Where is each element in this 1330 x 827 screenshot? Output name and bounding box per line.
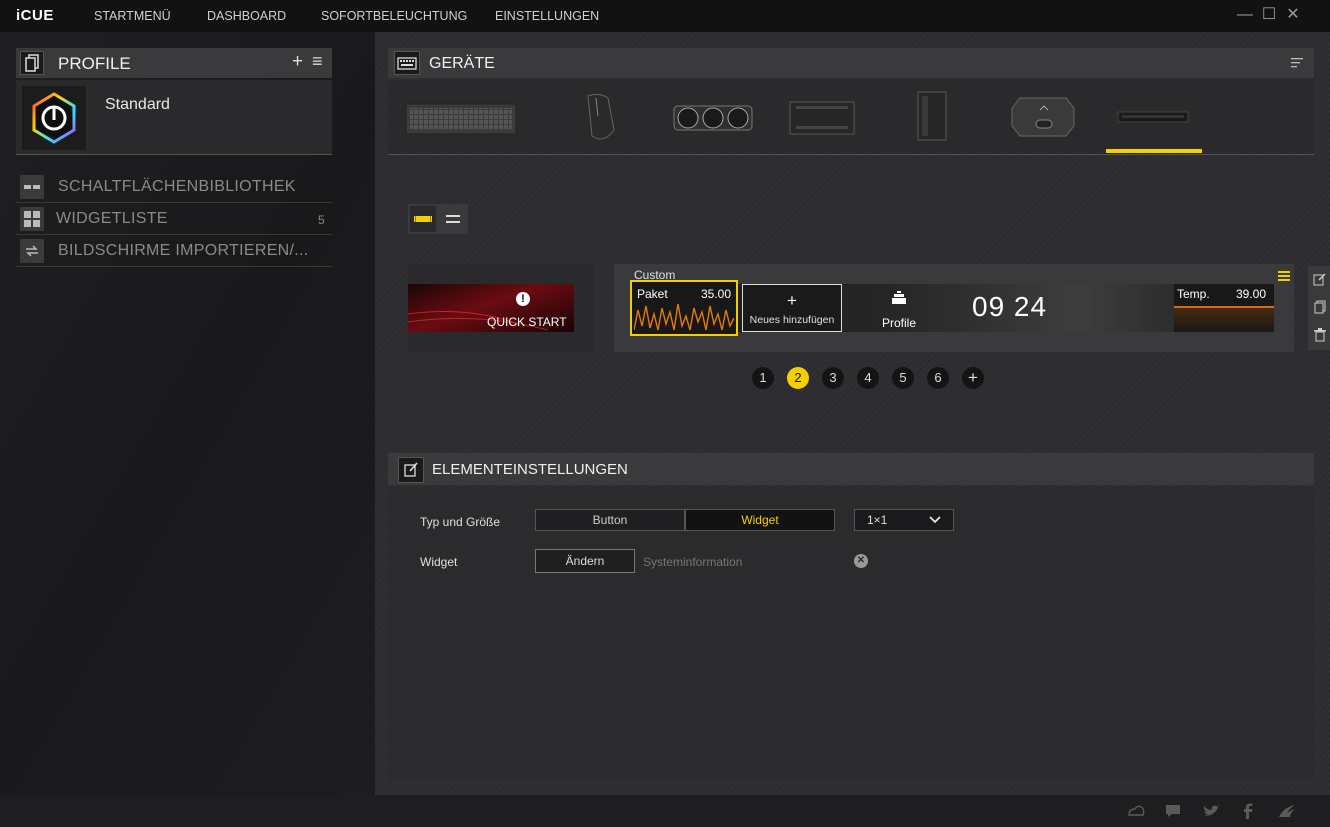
- type-size-label: Typ und Größe: [420, 515, 501, 529]
- widget-paket[interactable]: Paket 35.00: [630, 280, 738, 336]
- list-view-toggle[interactable]: [440, 206, 466, 232]
- twitter-icon[interactable]: [1202, 803, 1220, 819]
- device-mouse[interactable]: [574, 90, 624, 142]
- keyboard-icon: [394, 51, 420, 75]
- widget-paket-value: 35.00: [701, 287, 732, 301]
- type-widget-option[interactable]: Widget: [685, 509, 835, 531]
- widget-name: Systeminformation: [643, 555, 743, 569]
- sidebar-item-label: SCHALTFLÄCHENBIBLIOTHEK: [58, 178, 296, 195]
- layout-toggle: [408, 204, 468, 234]
- add-icon: +: [787, 291, 797, 310]
- facebook-icon[interactable]: [1242, 803, 1254, 819]
- edit-settings-icon: [398, 457, 424, 483]
- profile-panel-header: PROFILE + ≡: [16, 48, 332, 78]
- sidebar-item-widgetliste[interactable]: WIDGETLISTE 5: [16, 204, 332, 235]
- widget-paket-label: Paket: [637, 287, 668, 301]
- title-bar: [0, 0, 1330, 32]
- screen-tools: [1308, 266, 1330, 350]
- nav-dashboard[interactable]: DASHBOARD: [207, 9, 286, 23]
- chevron-down-icon: [929, 516, 941, 524]
- device-lcd-bar[interactable]: [1114, 90, 1192, 142]
- size-dropdown[interactable]: 1×1: [854, 509, 954, 531]
- chat-icon[interactable]: [1164, 803, 1182, 819]
- sidebar-item-schaltflaechenbibliothek[interactable]: SCHALTFLÄCHENBIBLIOTHEK: [16, 172, 332, 203]
- nav-einstellungen[interactable]: EINSTELLUNGEN: [495, 9, 599, 23]
- devices-panel-title: GERÄTE: [429, 55, 495, 72]
- profile-widget-label: Profile: [882, 316, 917, 330]
- profile-menu-icon[interactable]: ≡: [312, 51, 323, 72]
- widget-count-badge: 5: [318, 213, 325, 227]
- add-new-label: Neues hinzufügen: [749, 314, 835, 326]
- cloud-sync-icon[interactable]: [1126, 803, 1146, 819]
- maximize-icon[interactable]: ☐: [1261, 6, 1277, 24]
- lcd-quickstart-screen[interactable]: ! QUICK START: [408, 264, 594, 352]
- alert-icon: !: [516, 292, 530, 306]
- device-controller-hub[interactable]: [788, 90, 856, 142]
- page-6-button[interactable]: 6: [927, 367, 949, 389]
- change-widget-button[interactable]: Ändern: [535, 549, 635, 573]
- device-strip: [388, 80, 1314, 155]
- widget-paket-graph: [634, 303, 734, 331]
- page-5-button[interactable]: 5: [892, 367, 914, 389]
- close-icon[interactable]: ✕: [1285, 6, 1301, 24]
- add-new-widget-button[interactable]: + Neues hinzufügen: [742, 284, 842, 332]
- profile-stack-icon: [892, 291, 906, 304]
- import-export-icon: [20, 239, 44, 263]
- devices-panel-header: GERÄTE: [388, 48, 1314, 78]
- add-profile-icon[interactable]: +: [292, 51, 303, 73]
- selected-device-indicator: [1106, 149, 1202, 153]
- copy-icon[interactable]: [1313, 300, 1327, 314]
- widget-temp-graph-fill: [1174, 308, 1274, 332]
- sidebar-item-label: WIDGETLISTE: [56, 210, 168, 227]
- type-button-option[interactable]: Button: [535, 509, 685, 531]
- page-1-button[interactable]: 1: [752, 367, 774, 389]
- profile-item-standard[interactable]: Standard: [16, 80, 332, 155]
- clear-widget-icon[interactable]: ✕: [854, 554, 868, 568]
- page-3-button[interactable]: 3: [822, 367, 844, 389]
- element-settings-header: ELEMENTEINSTELLUNGEN: [388, 453, 1314, 485]
- quickstart-preview: ! QUICK START: [408, 284, 574, 332]
- edit-icon[interactable]: [1313, 272, 1327, 286]
- element-settings-panel: Typ und Größe Button Widget 1×1 Widget Ä…: [388, 487, 1314, 779]
- widget-temp-value: 39.00: [1236, 287, 1267, 301]
- compact-view-toggle[interactable]: [410, 206, 436, 232]
- sidebar-item-bildschirme-importieren[interactable]: BILDSCHIRME IMPORTIEREN/...: [16, 236, 332, 267]
- device-aio-cooler[interactable]: [672, 90, 754, 142]
- lcd-custom-screen: Custom Paket 35.00 + Neues hinzufügen Pr…: [614, 264, 1294, 352]
- clock-widget[interactable]: 09 24: [972, 291, 1047, 323]
- widget-label: Widget: [420, 555, 458, 569]
- sidebar-item-label: BILDSCHIRME IMPORTIEREN/...: [58, 242, 309, 259]
- corsair-logo-icon[interactable]: [1278, 803, 1296, 819]
- page-2-button[interactable]: 2: [787, 367, 809, 389]
- add-page-button[interactable]: +: [962, 367, 984, 389]
- widget-temp[interactable]: Temp. 39.00: [1174, 284, 1274, 332]
- widget-grid-icon: [20, 207, 44, 231]
- quickstart-label: QUICK START: [487, 315, 567, 329]
- profile-switch-widget[interactable]: Profile: [862, 284, 936, 332]
- profile-panel-icon: [20, 51, 44, 75]
- device-fan-hub[interactable]: [914, 90, 950, 142]
- app-logo: iCUE: [16, 7, 54, 24]
- device-stream-dock[interactable]: [1010, 90, 1076, 142]
- button-library-icon: [20, 175, 44, 199]
- minimize-icon[interactable]: —: [1237, 6, 1253, 24]
- page-4-button[interactable]: 4: [857, 367, 879, 389]
- nav-startmenu[interactable]: STARTMENÜ: [94, 9, 171, 23]
- trash-icon[interactable]: [1313, 328, 1327, 342]
- element-settings-title: ELEMENTEINSTELLUNGEN: [432, 461, 628, 478]
- sort-menu-icon[interactable]: [1290, 56, 1304, 75]
- screen-menu-icon[interactable]: [1278, 269, 1290, 287]
- widget-temp-label: Temp.: [1177, 287, 1210, 301]
- profile-panel-title: PROFILE: [58, 54, 131, 73]
- size-dropdown-value: 1×1: [867, 513, 888, 527]
- nav-sofortbeleuchtung[interactable]: SOFORTBELEUCHTUNG: [321, 9, 467, 23]
- profile-avatar: [22, 86, 86, 150]
- profile-name: Standard: [105, 96, 170, 113]
- device-keyboard[interactable]: [404, 90, 518, 142]
